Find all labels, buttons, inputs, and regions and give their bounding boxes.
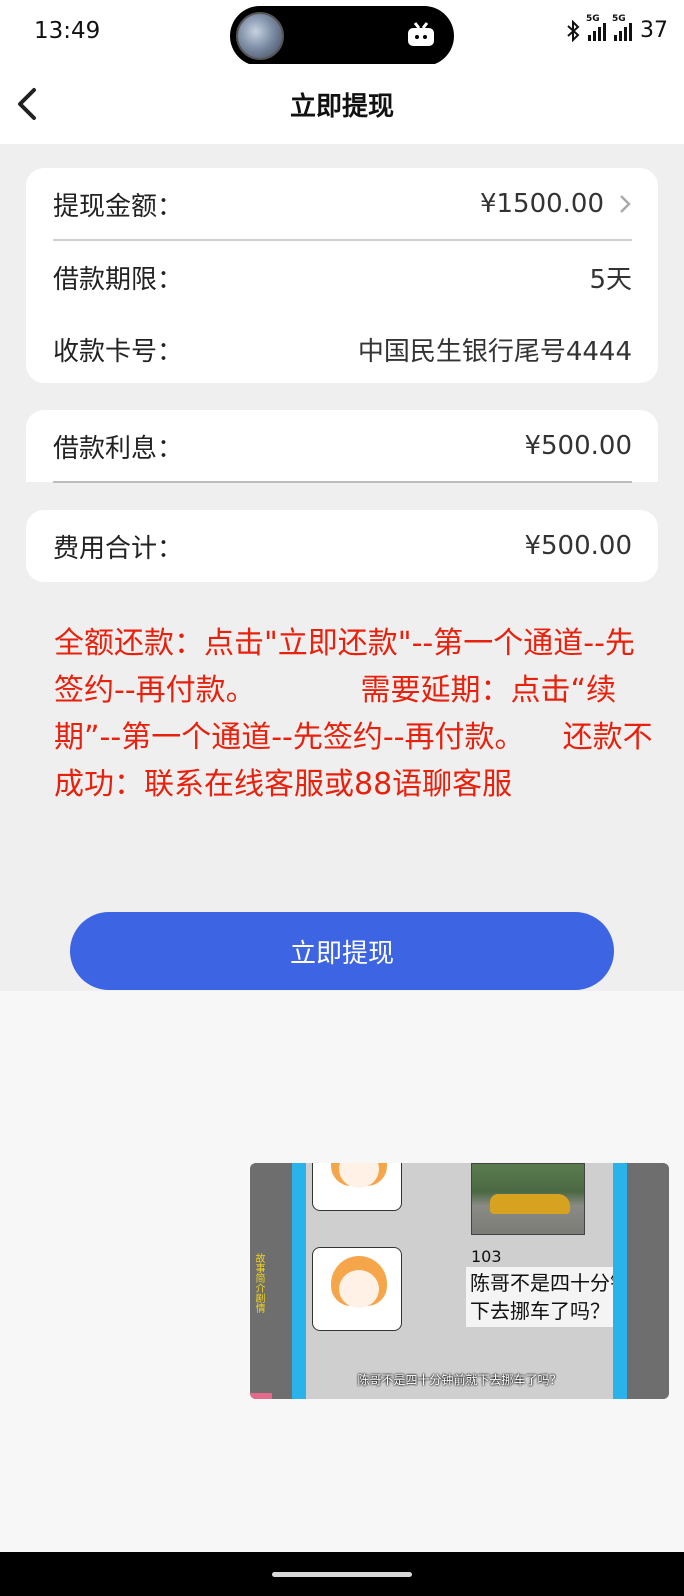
character-avatar xyxy=(312,1247,402,1331)
home-indicator[interactable] xyxy=(272,1572,412,1577)
floating-video-player[interactable]: 故事简介剧情 103 陈哥不是四十分钟前就下去挪车了吗？ 陈哥不是四十分钟前就下… xyxy=(250,1163,669,1399)
interest-value: ¥500.00 xyxy=(524,431,632,461)
video-side-text: 故事简介剧情 xyxy=(253,1253,264,1313)
page-title: 立即提现 xyxy=(289,92,394,122)
bluetooth-icon xyxy=(567,19,580,42)
withdraw-content: 提现金额： ¥1500.00 借款期限： 5天 收款卡号： 中国民生银行尾号44… xyxy=(0,144,684,991)
signal-icon-2: 5G xyxy=(612,14,632,41)
system-nav-bar xyxy=(0,1552,684,1596)
card-label: 收款卡号： xyxy=(53,336,184,367)
video-progress-mark xyxy=(250,1393,272,1399)
chevron-right-icon xyxy=(620,195,631,213)
amount-label: 提现金额： xyxy=(53,191,184,222)
nav-bar: 立即提现 xyxy=(0,64,684,144)
fee-card: 费用合计： ¥500.00 xyxy=(26,510,658,582)
status-bar: 13:49 5G 5G 37 xyxy=(0,0,684,66)
amount-value: ¥1500.00 xyxy=(479,189,604,219)
term-label: 借款期限： xyxy=(53,264,184,295)
video-blue-border xyxy=(292,1163,306,1399)
withdraw-now-button[interactable]: 立即提现 xyxy=(70,912,614,990)
loan-info-card: 提现金额： ¥1500.00 借款期限： 5天 收款卡号： 中国民生银行尾号44… xyxy=(26,168,658,383)
fee-value: ¥500.00 xyxy=(524,531,632,561)
video-right-strip xyxy=(627,1163,669,1399)
interest-card: 借款利息： ¥500.00 xyxy=(26,410,658,483)
interest-label: 借款利息： xyxy=(53,433,184,464)
term-value: 5天 xyxy=(589,264,632,295)
fee-row: 费用合计： ¥500.00 xyxy=(26,510,658,582)
repayment-notice: 全额还款：点击"立即还款"--第一个通道--先签约--再付款。 需要延期：点击“… xyxy=(54,626,653,802)
amount-row[interactable]: 提现金额： ¥1500.00 xyxy=(26,168,658,240)
fee-label: 费用合计： xyxy=(53,533,184,564)
card-value: 中国民生银行尾号4444 xyxy=(357,336,632,367)
video-blue-border xyxy=(613,1163,627,1399)
divider xyxy=(53,481,632,483)
video-caption: 陈哥不是四十分钟前就下去挪车了吗？ xyxy=(357,1373,562,1387)
video-comic-panel: 103 陈哥不是四十分钟前就下去挪车了吗？ xyxy=(306,1163,669,1399)
dynamic-island[interactable] xyxy=(230,6,454,66)
video-number: 103 xyxy=(471,1247,502,1266)
system-icons: 5G 5G 37 xyxy=(566,14,668,43)
media-avatar-icon xyxy=(236,12,284,60)
signal-icon: 5G xyxy=(586,14,606,41)
card-row: 收款卡号： 中国民生银行尾号4444 xyxy=(26,313,658,385)
status-time: 13:49 xyxy=(34,18,101,44)
car-image xyxy=(471,1163,585,1235)
tv-app-icon xyxy=(408,22,434,46)
battery-level: 37 xyxy=(640,18,668,43)
character-avatar xyxy=(312,1163,402,1211)
term-row: 借款期限： 5天 xyxy=(26,241,658,313)
interest-row: 借款利息： ¥500.00 xyxy=(26,410,658,482)
